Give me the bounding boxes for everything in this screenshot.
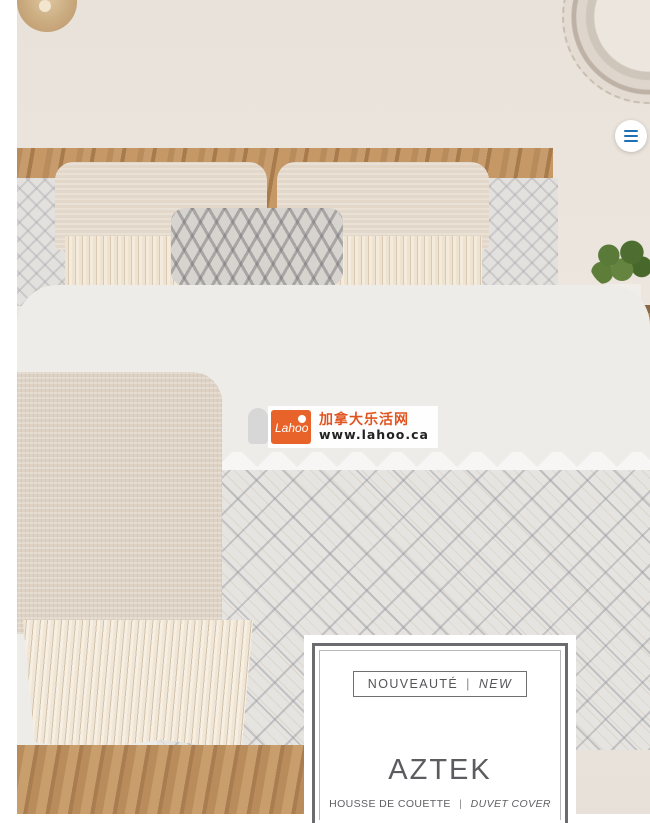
product-type: HOUSSE DE COUETTE | DUVET COVER (304, 798, 576, 810)
macrame-wall-hanging (562, 0, 650, 104)
lahoo-logo: Lahoo (271, 410, 311, 444)
watermark-figure (248, 408, 268, 444)
throw-fringe (23, 620, 253, 750)
product-name: AZTEK (388, 754, 492, 786)
badge-label-fr: NOUVEAUTÉ (367, 677, 459, 691)
badge-separator: | (466, 677, 471, 691)
lahoo-watermark: Lahoo 加拿大乐活网 www.lahoo.ca (268, 406, 438, 448)
menu-button[interactable] (615, 120, 647, 152)
watermark-chinese-name: 加拿大乐活网 (319, 411, 409, 428)
hamburger-menu-icon (623, 129, 639, 143)
product-type-fr: HOUSSE DE COUETTE (329, 798, 451, 810)
potted-plant (589, 232, 650, 290)
product-type-separator: | (459, 798, 463, 810)
watermark-url: www.lahoo.ca (319, 426, 429, 442)
aztec-accent-pillow (171, 208, 343, 286)
new-badge: NOUVEAUTÉ | NEW (353, 671, 527, 697)
svg-text:Lahoo: Lahoo (275, 421, 309, 435)
wooden-bed-frame (17, 745, 317, 814)
pendant-lamp (17, 0, 77, 32)
knit-throw-blanket (17, 372, 222, 634)
product-type-en: DUVET COVER (470, 798, 551, 810)
badge-label-en: NEW (478, 677, 513, 691)
page-left-margin (0, 0, 17, 814)
